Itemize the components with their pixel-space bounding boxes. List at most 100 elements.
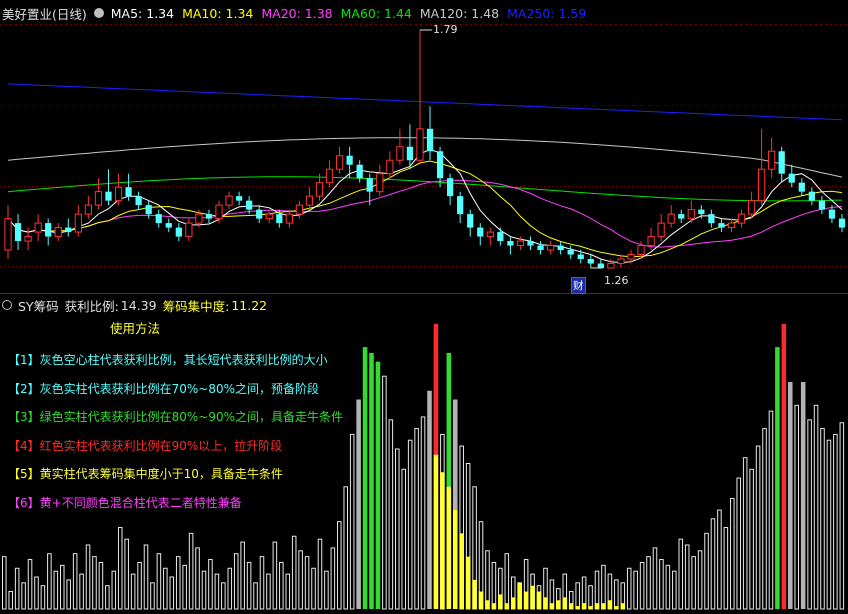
ma120-line — [7, 137, 843, 178]
indicator-name: SY筹码 — [18, 298, 59, 314]
profit-bar-hollow — [272, 541, 278, 610]
profit-bar-hollow — [388, 419, 394, 610]
profit-bar-solid — [369, 352, 374, 609]
concentration-bar — [504, 603, 510, 609]
candle-body — [396, 146, 404, 161]
profit-bar-hollow — [736, 477, 742, 610]
profit-bar-hollow — [246, 561, 252, 610]
usage-legend-item: 【2】灰色实柱代表获利比例在70%~80%之间，预备阶段 — [8, 381, 320, 396]
profit-bar-hollow — [79, 573, 84, 610]
profit-bar-hollow — [820, 428, 825, 610]
profit-bar-hollow — [66, 579, 71, 610]
concentration-bar — [517, 582, 522, 609]
profit-bar-hollow — [742, 457, 748, 610]
candle-body — [718, 223, 725, 228]
profit-bar-hollow — [588, 585, 593, 610]
usage-legend-item: 【3】绿色实柱代表获利比例在80%~90%之间，具备走牛条件 — [8, 410, 344, 425]
candle-body — [426, 128, 434, 152]
profit-bar-hollow — [504, 553, 510, 610]
candle-body — [557, 245, 564, 251]
ma-label: MA5: — [110, 5, 143, 21]
candle-body — [175, 227, 182, 237]
candle-body — [727, 222, 736, 229]
profit-bar-hollow — [652, 547, 658, 610]
ma-value: 1.48 — [467, 5, 500, 21]
concentration-bar — [523, 591, 529, 609]
candle-body — [486, 231, 494, 238]
concentration-bar — [530, 585, 535, 609]
concentration-bar — [594, 603, 600, 609]
profit-bar-solid — [800, 382, 806, 609]
profit-bar-hollow — [14, 567, 20, 610]
candle-body — [215, 204, 223, 220]
ma-legend-item: MA10: 1.34 — [182, 6, 253, 21]
bottom-panel-header: SY筹码 获利比例: 14.39 筹码集中度: 11.22 — [2, 297, 267, 314]
candle-body — [235, 196, 243, 201]
profit-bar-hollow — [717, 509, 722, 610]
profit-bar-hollow — [201, 570, 207, 610]
concentration-bar — [607, 600, 613, 609]
profit-bar-hollow — [665, 564, 671, 610]
candle-body — [114, 186, 123, 202]
usage-legend-item: 【6】黄+不同颜色混合柱代表二者特性兼备 — [8, 495, 242, 510]
candle-body — [386, 159, 394, 175]
profit-bar-hollow — [124, 538, 129, 610]
profit-bar-hollow — [659, 559, 664, 610]
profit-bar-hollow — [794, 404, 800, 610]
profit-bar-hollow — [259, 556, 265, 610]
concentration-bar — [452, 510, 458, 609]
candle-body — [708, 214, 715, 224]
profit-bar-hollow — [279, 561, 284, 610]
candle-body — [335, 155, 344, 170]
concentration-bar — [562, 597, 568, 609]
profit-bar-hollow — [407, 439, 413, 610]
candle-body — [516, 240, 525, 247]
candle-body — [54, 227, 62, 238]
profit-bar-hollow — [678, 538, 684, 610]
profit-bar-hollow — [324, 570, 329, 610]
concentration-label: 筹码集中度: — [162, 298, 230, 314]
candle-body — [467, 214, 474, 228]
profit-bar-solid — [356, 399, 361, 609]
candle-body — [698, 209, 705, 215]
stock-chart-window: 美好置业(日线) MA5: 1.34 MA10: 1.34 MA20: 1.38 MA… — [0, 0, 848, 614]
profit-bar-hollow — [317, 538, 323, 610]
candle-body — [778, 151, 785, 174]
candle-body — [4, 218, 12, 251]
concentration-bar — [485, 600, 490, 609]
profit-bar-hollow — [833, 433, 838, 610]
candle-body — [155, 214, 162, 224]
profit-bar-hollow — [614, 579, 619, 610]
profit-bar-hollow — [311, 567, 316, 610]
profit-value: 14.39 — [120, 297, 157, 313]
profit-bar-hollow — [27, 559, 33, 610]
ma-legend-item: MA20: 1.38 — [261, 6, 332, 21]
ma-legend-item: MA120: 1.48 — [420, 6, 499, 21]
concentration-bar — [614, 606, 619, 609]
candle-body — [246, 200, 253, 210]
profit-bar-hollow — [826, 439, 832, 610]
concentration-bar — [556, 600, 561, 609]
profit-bar-hollow — [208, 559, 213, 610]
candle-body — [637, 245, 645, 256]
profit-bar-hollow — [601, 564, 606, 610]
candle-body — [84, 204, 93, 215]
profit-bar-hollow — [150, 582, 155, 610]
profit-bar-hollow — [111, 570, 117, 610]
top-panel-header: 美好置业(日线) MA5: 1.34 MA10: 1.34 MA20: 1.38 MA… — [2, 4, 586, 22]
profit-bar-hollow — [710, 518, 716, 610]
candle-body — [597, 263, 604, 268]
profit-bar-hollow — [195, 547, 200, 610]
ma-settings-icon[interactable] — [93, 8, 104, 18]
candle-body — [527, 241, 534, 246]
candle-body — [325, 168, 334, 184]
indicator-settings-icon[interactable] — [2, 300, 12, 310]
profit-bar-hollow — [414, 428, 419, 610]
candle-body — [125, 187, 132, 197]
concentration-bar — [536, 591, 542, 609]
profit-bar-hollow — [2, 556, 7, 610]
ma60-line — [7, 176, 843, 202]
ma-value: 1.38 — [300, 5, 333, 21]
finance-badge[interactable]: 财 — [571, 277, 586, 294]
profit-bar-hollow — [704, 532, 709, 610]
